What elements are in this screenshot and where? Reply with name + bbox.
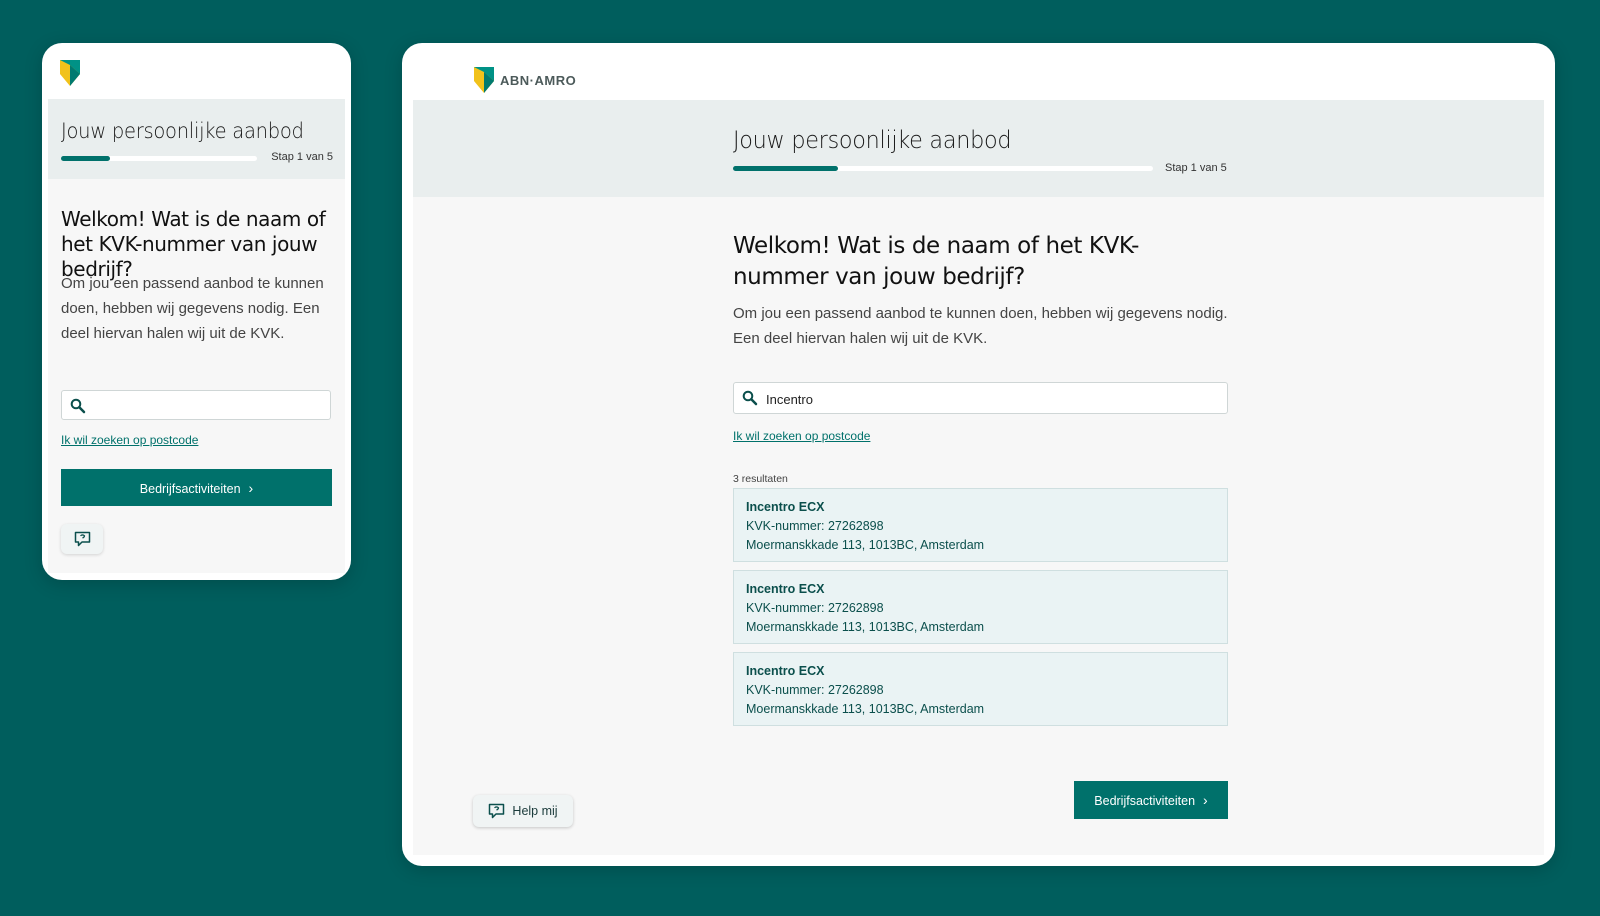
chevron-right-icon: ›	[1203, 792, 1208, 808]
results-count: 3 resultaten	[733, 473, 788, 485]
intro-text: Om jou een passend aanbod te kunnen doen…	[61, 275, 324, 342]
result-item[interactable]: Incentro ECX KVK-nummer: 27262898 Moerma…	[733, 488, 1228, 562]
chat-help-icon	[74, 531, 91, 547]
question-heading: Welkom! Wat is de naam of het KVK-nummer…	[733, 233, 1140, 290]
result-kvk: KVK-nummer: 27262898	[746, 519, 884, 533]
intro-text: Om jou een passend aanbod te kunnen doen…	[733, 305, 1228, 347]
search-icon	[70, 398, 86, 419]
form-body: Welkom! Wat is de naam of het KVK-nummer…	[413, 197, 1544, 855]
brand-name: ABN·AMRO	[500, 72, 577, 88]
result-address: Moermanskkade 113, 1013BC, Amsterdam	[746, 702, 985, 716]
mobile-frame: Jouw persoonlijke aanbod Stap 1 van 5 We…	[42, 43, 351, 580]
result-kvk: KVK-nummer: 27262898	[746, 683, 884, 697]
next-button-label: Bedrijfsactiviteiten	[139, 481, 241, 496]
result-name: Incentro ECX	[746, 582, 825, 596]
search-icon	[742, 390, 758, 411]
result-item[interactable]: Incentro ECX KVK-nummer: 27262898 Moerma…	[733, 652, 1228, 726]
next-button[interactable]: Bedrijfsactiviteiten ›	[1074, 781, 1228, 819]
result-name: Incentro ECX	[746, 664, 825, 678]
progress-header: Jouw persoonlijke aanbod Stap 1 van 5	[413, 100, 1544, 197]
postcode-search-link[interactable]: Ik wil zoeken op postcode	[733, 429, 870, 443]
progress-bar	[61, 156, 257, 161]
result-address: Moermanskkade 113, 1013BC, Amsterdam	[746, 538, 985, 552]
postcode-search-link[interactable]: Ik wil zoeken op postcode	[61, 433, 198, 447]
form-body: Welkom! Wat is de naam of het KVK-nummer…	[48, 179, 345, 573]
company-search-field	[733, 382, 1228, 415]
help-button[interactable]	[61, 524, 103, 554]
abn-amro-shield-icon[interactable]	[60, 60, 80, 86]
progress-bar	[733, 166, 1153, 171]
step-indicator: Stap 1 van 5	[1165, 162, 1227, 174]
page-title: Jouw persoonlijke aanbod	[61, 119, 304, 143]
help-button-label: Help mij	[512, 804, 558, 818]
page-title: Jouw persoonlijke aanbod	[733, 126, 1012, 154]
chevron-right-icon: ›	[248, 479, 254, 496]
desktop-frame: ABN·AMRO Jouw persoonlijke aanbod Stap 1…	[402, 43, 1555, 866]
result-kvk: KVK-nummer: 27262898	[746, 601, 884, 615]
results-list: Incentro ECX KVK-nummer: 27262898 Moerma…	[733, 488, 1228, 734]
help-button[interactable]: Help mij	[473, 795, 573, 827]
result-name: Incentro ECX	[746, 500, 825, 514]
step-indicator: Stap 1 van 5	[271, 151, 333, 163]
abn-amro-logo[interactable]: ABN·AMRO	[474, 67, 576, 93]
result-item[interactable]: Incentro ECX KVK-nummer: 27262898 Moerma…	[733, 570, 1228, 644]
chat-help-icon	[489, 803, 505, 819]
company-search-input[interactable]	[61, 390, 331, 420]
next-button[interactable]: Bedrijfsactiviteiten ›	[61, 469, 332, 506]
company-search-input[interactable]	[764, 383, 1218, 415]
next-button-label: Bedrijfsactiviteiten	[1094, 794, 1196, 808]
abn-amro-shield-icon	[474, 67, 494, 93]
progress-header: Jouw persoonlijke aanbod Stap 1 van 5	[48, 99, 345, 179]
result-address: Moermanskkade 113, 1013BC, Amsterdam	[746, 620, 985, 634]
